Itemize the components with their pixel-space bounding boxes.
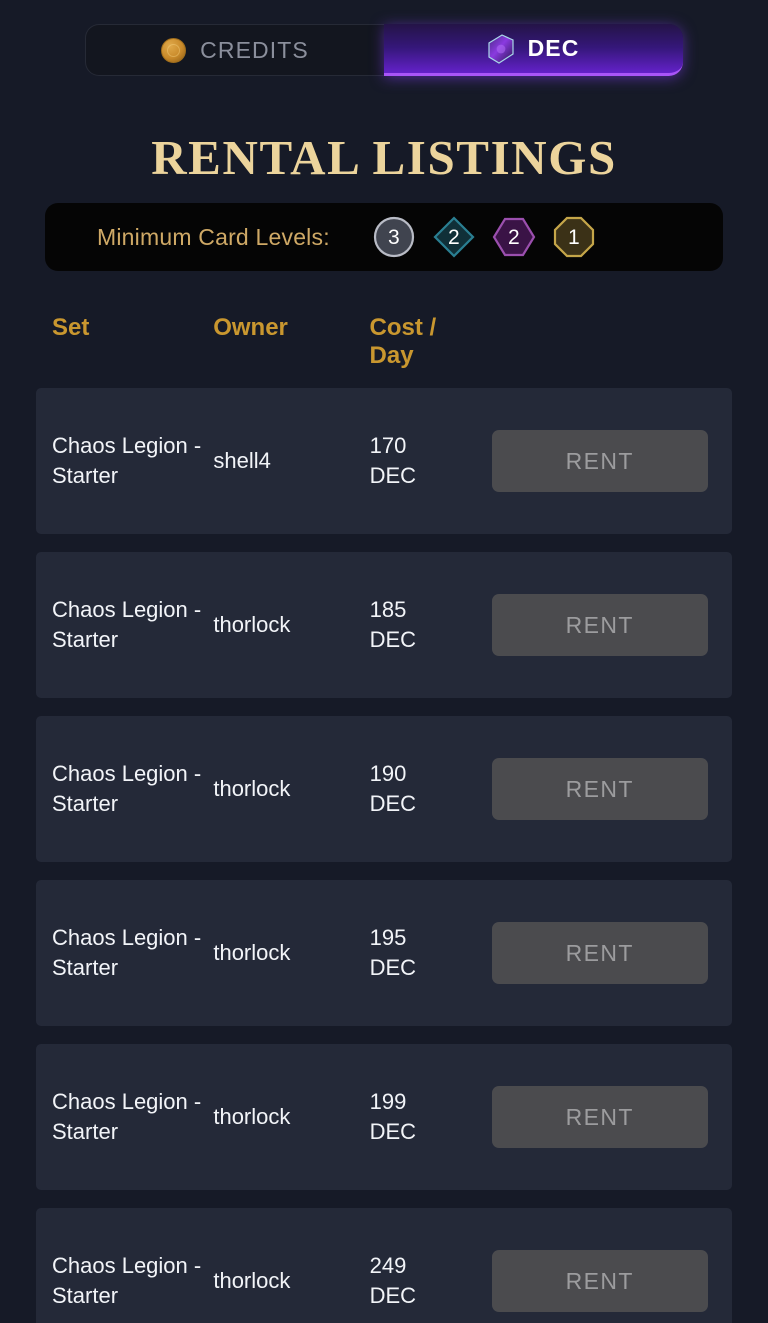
level-badge-epic[interactable]: 2 bbox=[492, 215, 536, 259]
column-header-set: Set bbox=[52, 314, 90, 341]
tab-dec-label: DEC bbox=[527, 35, 580, 61]
level-badge-legendary[interactable]: 1 bbox=[552, 215, 596, 259]
column-header-cost-line2: Day bbox=[369, 342, 414, 370]
column-header-owner: Owner bbox=[213, 314, 288, 341]
cost-amount: 170 bbox=[369, 432, 407, 458]
rental-listings-screen: CREDITS DEC RENTAL LISTINGS Minimum Card… bbox=[0, 0, 768, 1323]
tab-credits-label: CREDITS bbox=[200, 36, 309, 63]
cell-cost-per-day: 170 DEC bbox=[370, 431, 492, 492]
column-header-cost-per-day: Cost / Day bbox=[370, 300, 492, 371]
level-badge-value: 1 bbox=[567, 225, 580, 249]
cost-amount: 190 bbox=[369, 760, 407, 786]
level-badge-value: 2 bbox=[447, 225, 460, 249]
coin-icon bbox=[161, 37, 187, 63]
cell-owner: shell4 bbox=[213, 447, 271, 473]
cell-set: Chaos Legion - Starter bbox=[52, 1088, 202, 1144]
cell-action: RENT bbox=[491, 1250, 732, 1312]
table-row: Chaos Legion - Starter thorlock 199 DEC RENT bbox=[36, 1044, 732, 1190]
level-badge-group: 3 2 2 1 bbox=[372, 215, 596, 259]
rent-button[interactable]: RENT bbox=[491, 1086, 708, 1148]
cell-owner: thorlock bbox=[213, 1103, 291, 1129]
cost-currency: DEC bbox=[369, 463, 417, 488]
tab-dec[interactable]: DEC bbox=[384, 24, 683, 76]
cell-set: Chaos Legion - Starter bbox=[52, 432, 202, 488]
cost-currency: DEC bbox=[369, 627, 417, 652]
cost-currency: DEC bbox=[369, 791, 417, 816]
cell-owner: thorlock bbox=[213, 1267, 291, 1293]
column-header-cost-line1: Cost / bbox=[369, 314, 437, 341]
cell-action: RENT bbox=[491, 1086, 732, 1148]
cell-owner: thorlock bbox=[213, 611, 291, 637]
filter-label: Minimum Card Levels: bbox=[97, 223, 330, 250]
cell-action: RENT bbox=[491, 594, 732, 656]
cell-owner: thorlock bbox=[213, 939, 291, 965]
cell-set: Chaos Legion - Starter bbox=[52, 924, 202, 980]
currency-tab-bar: CREDITS DEC bbox=[85, 24, 683, 76]
cell-cost-per-day: 195 DEC bbox=[370, 923, 492, 984]
level-badge-value: 3 bbox=[387, 225, 400, 249]
table-row: Chaos Legion - Starter thorlock 185 DEC RENT bbox=[36, 552, 732, 698]
cost-currency: DEC bbox=[369, 955, 417, 980]
cell-owner: thorlock bbox=[213, 775, 291, 801]
cell-cost-per-day: 185 DEC bbox=[370, 595, 492, 656]
column-header-action bbox=[492, 300, 732, 314]
table-row: Chaos Legion - Starter thorlock 190 DEC RENT bbox=[36, 716, 732, 862]
cost-amount: 199 bbox=[369, 1088, 407, 1114]
level-badge-value: 2 bbox=[507, 225, 520, 249]
gem-icon bbox=[487, 33, 514, 64]
cell-action: RENT bbox=[491, 922, 732, 984]
cell-cost-per-day: 199 DEC bbox=[370, 1087, 492, 1148]
table-header-row: Set Owner Cost / Day bbox=[36, 300, 732, 388]
cost-currency: DEC bbox=[369, 1119, 417, 1144]
tab-credits[interactable]: CREDITS bbox=[85, 24, 384, 76]
cell-set: Chaos Legion - Starter bbox=[52, 596, 202, 652]
level-badge-rare[interactable]: 2 bbox=[432, 215, 476, 259]
rent-button[interactable]: RENT bbox=[491, 1250, 708, 1312]
table-row: Chaos Legion - Starter thorlock 195 DEC RENT bbox=[36, 880, 732, 1026]
cost-currency: DEC bbox=[369, 1283, 417, 1308]
cost-amount: 195 bbox=[369, 924, 407, 950]
rent-button[interactable]: RENT bbox=[491, 430, 708, 492]
cell-set: Chaos Legion - Starter bbox=[52, 1252, 202, 1308]
minimum-card-levels-filter: Minimum Card Levels: 3 2 2 1 bbox=[45, 203, 723, 271]
cell-set: Chaos Legion - Starter bbox=[52, 760, 202, 816]
table-row: Chaos Legion - Starter shell4 170 DEC RENT bbox=[36, 388, 732, 534]
cost-amount: 185 bbox=[369, 596, 407, 622]
page-title: RENTAL LISTINGS bbox=[151, 130, 617, 185]
cell-cost-per-day: 249 DEC bbox=[370, 1251, 492, 1312]
rent-button[interactable]: RENT bbox=[491, 758, 708, 820]
table-body: Chaos Legion - Starter shell4 170 DEC RENT Ch… bbox=[36, 388, 732, 1323]
cell-action: RENT bbox=[491, 430, 732, 492]
cell-cost-per-day: 190 DEC bbox=[370, 759, 492, 820]
rent-button[interactable]: RENT bbox=[491, 922, 708, 984]
rental-listings-table: Set Owner Cost / Day Chaos Legion - Star… bbox=[36, 300, 732, 1323]
cell-action: RENT bbox=[491, 758, 732, 820]
rent-button[interactable]: RENT bbox=[491, 594, 708, 656]
table-row: Chaos Legion - Starter thorlock 249 DEC RENT bbox=[36, 1208, 732, 1323]
cost-amount: 249 bbox=[369, 1252, 407, 1278]
level-badge-common[interactable]: 3 bbox=[372, 215, 416, 259]
